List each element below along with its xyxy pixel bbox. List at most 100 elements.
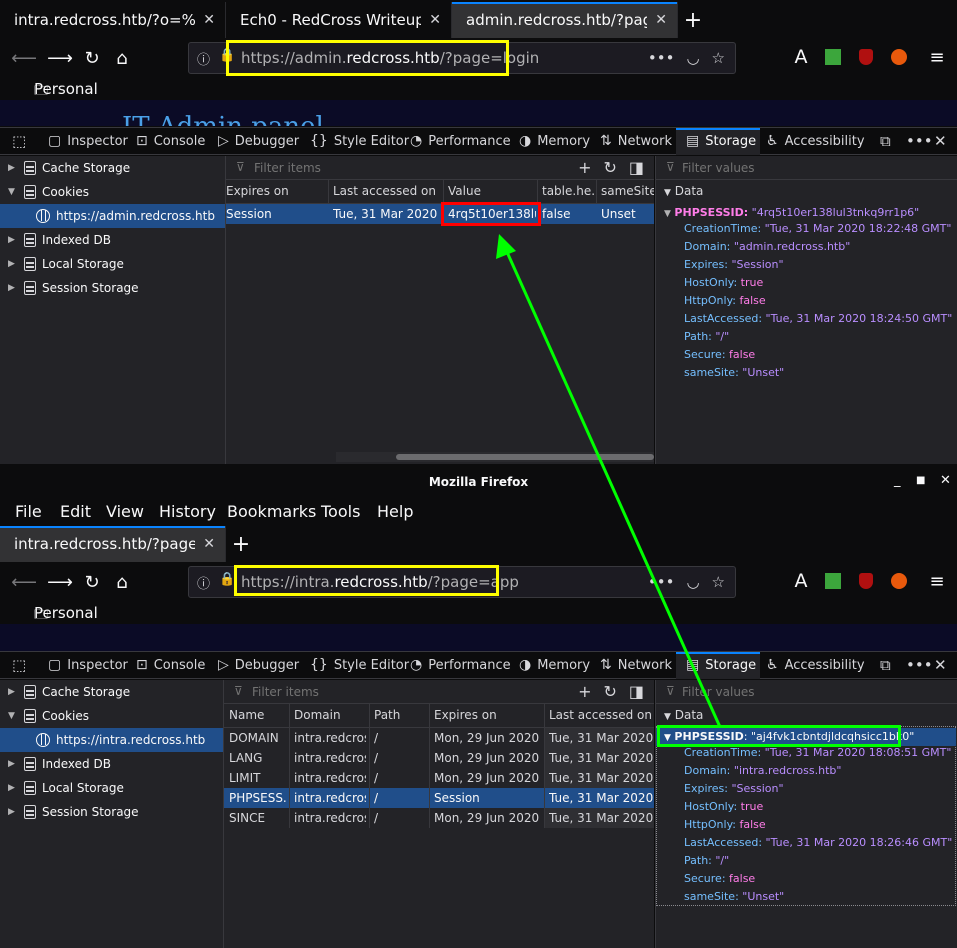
column-path[interactable]: Path: [374, 708, 429, 722]
cookie-field[interactable]: HttpOnly: false: [684, 294, 766, 307]
tab-debugger[interactable]: ▷ Debugger: [218, 133, 299, 149]
tab-console[interactable]: ⊡ Console: [136, 657, 205, 673]
refresh-icon[interactable]: ↻: [603, 158, 616, 177]
close-icon[interactable]: ✕: [203, 536, 215, 552]
menu-file[interactable]: File: [15, 502, 42, 521]
tab-intra-app[interactable]: intra.redcross.htb/?page=ap ✕: [0, 526, 226, 562]
tab-intra-open-redirect[interactable]: intra.redcross.htb/?o=%&pa ✕: [0, 2, 226, 38]
filter-items-input[interactable]: Filter items: [254, 161, 321, 175]
tab-debugger[interactable]: ▷ Debugger: [218, 657, 299, 673]
menu-help[interactable]: Help: [377, 502, 413, 521]
reload-icon[interactable]: ↻: [80, 570, 104, 594]
tree-local-storage[interactable]: ▶ Local Storage: [0, 252, 225, 276]
column-domain[interactable]: Domain: [294, 708, 369, 722]
close-window-icon[interactable]: ✕: [940, 473, 951, 488]
close-icon[interactable]: ✕: [655, 12, 667, 28]
tab-ech0-writeup[interactable]: Ech0 - RedCross Writeup ✕: [226, 2, 452, 38]
tab-style-editor[interactable]: {} Style Editor: [310, 657, 409, 673]
tab-storage[interactable]: ▤ Storage: [686, 657, 756, 673]
tab-admin-login[interactable]: admin.redcross.htb/?page=l ✕: [452, 2, 678, 38]
toggle-sidebar-icon[interactable]: ◨: [629, 682, 644, 701]
filter-items-input[interactable]: Filter items: [252, 685, 319, 699]
pocket-icon[interactable]: ◡: [686, 49, 699, 67]
tab-memory[interactable]: ◑ Memory: [519, 133, 590, 149]
tree-cookie-origin[interactable]: https://admin.redcross.htb: [0, 204, 225, 228]
table-row[interactable]: LANG intra.redcros... / Mon, 29 Jun 2020 1.…: [224, 748, 654, 768]
close-devtools-icon[interactable]: ✕: [934, 132, 947, 150]
bookmark-star-icon[interactable]: ☆: [712, 49, 725, 67]
more-actions-icon[interactable]: •••: [648, 573, 675, 591]
hamburger-menu-icon[interactable]: ≡: [926, 570, 948, 592]
tree-cookie-origin[interactable]: https://intra.redcross.htb: [0, 728, 223, 752]
cookie-field[interactable]: Secure: false: [684, 872, 755, 885]
cookie-field[interactable]: Domain: "admin.redcross.htb": [684, 240, 850, 253]
forward-icon[interactable]: ⟶: [47, 570, 73, 594]
forward-icon[interactable]: ⟶: [47, 46, 73, 70]
tab-network[interactable]: ⇅ Network: [600, 657, 672, 673]
tree-cookies[interactable]: ▼ Cookies: [0, 180, 225, 204]
element-picker-icon[interactable]: ⬚: [12, 656, 26, 674]
tab-accessibility[interactable]: ♿ Accessibility: [766, 657, 865, 673]
dock-icon[interactable]: ⧉: [880, 656, 891, 674]
cookie-root-node[interactable]: ▼ PHPSESSID: "4rq5t10er138lul3tnkq9rr1p6…: [664, 206, 919, 219]
ublock-icon[interactable]: [855, 46, 877, 68]
cookie-field[interactable]: Path: "/": [684, 330, 729, 343]
filter-values-input[interactable]: Filter values: [682, 161, 755, 175]
extension-green-icon[interactable]: [822, 570, 844, 592]
close-icon[interactable]: ✕: [203, 12, 215, 28]
tab-performance[interactable]: ◔ Performance: [410, 133, 511, 149]
menu-bookmarks[interactable]: Bookmarks: [227, 502, 316, 521]
filter-items-bar[interactable]: ⊽ Filter items + ↻ ◨: [226, 156, 654, 180]
filter-items-bar[interactable]: ⊽ Filter items + ↻ ◨: [224, 680, 654, 704]
bookmark-star-icon[interactable]: ☆: [712, 573, 725, 591]
table-row[interactable]: LIMIT intra.redcros... / Mon, 29 Jun 2020 1…: [224, 768, 654, 788]
menu-view[interactable]: View: [106, 502, 144, 521]
column-value[interactable]: Value: [448, 184, 538, 198]
cookie-field[interactable]: LastAccessed: "Tue, 31 Mar 2020 18:24:50…: [684, 312, 952, 325]
tab-inspector[interactable]: ▢ Inspector: [48, 133, 128, 149]
tree-indexed-db[interactable]: ▶ Indexed DB: [0, 228, 225, 252]
filter-values-bar[interactable]: ⊽ Filter values: [656, 156, 957, 180]
new-tab-button[interactable]: +: [226, 526, 256, 562]
home-icon[interactable]: ⌂: [110, 570, 134, 594]
filter-values-input[interactable]: Filter values: [682, 685, 755, 699]
info-icon[interactable]: ⓘ: [197, 573, 210, 592]
table-row[interactable]: DOMAIN intra.redcros... / Mon, 29 Jun 2020 …: [224, 728, 654, 748]
tab-storage[interactable]: ▤ Storage: [686, 133, 756, 149]
maximize-icon[interactable]: ■: [916, 475, 925, 486]
tab-inspector[interactable]: ▢ Inspector: [48, 657, 128, 673]
cookie-field[interactable]: CreationTime: "Tue, 31 Mar 2020 18:22:48…: [684, 222, 951, 235]
more-actions-icon[interactable]: •••: [648, 49, 675, 67]
menu-tools[interactable]: Tools: [321, 502, 360, 521]
tab-network[interactable]: ⇅ Network: [600, 133, 672, 149]
reader-font-icon[interactable]: A: [790, 570, 812, 592]
more-options-icon[interactable]: •••: [906, 132, 933, 150]
cookie-field[interactable]: HttpOnly: false: [684, 818, 766, 831]
tree-indexed-db[interactable]: ▶ Indexed DB: [0, 752, 223, 776]
ublock-icon[interactable]: [855, 570, 877, 592]
menu-history[interactable]: History: [159, 502, 216, 521]
column-samesite[interactable]: sameSite: [601, 184, 654, 198]
tree-local-storage[interactable]: ▶ Local Storage: [0, 776, 223, 800]
cookie-field[interactable]: HostOnly: true: [684, 800, 763, 813]
column-last-accessed[interactable]: Last accessed on: [549, 708, 654, 722]
add-item-icon[interactable]: +: [578, 682, 591, 701]
cookie-field[interactable]: LastAccessed: "Tue, 31 Mar 2020 18:26:46…: [684, 836, 952, 849]
cookie-field[interactable]: Path: "/": [684, 854, 729, 867]
new-tab-button[interactable]: +: [678, 2, 708, 38]
cookie-field[interactable]: CreationTime: "Tue, 31 Mar 2020 18:08:51…: [684, 746, 951, 759]
back-icon[interactable]: ⟵: [11, 46, 37, 70]
tree-cookies[interactable]: ▼ Cookies: [0, 704, 223, 728]
minimize-icon[interactable]: _: [894, 473, 901, 488]
cookie-field[interactable]: HostOnly: true: [684, 276, 763, 289]
cookie-field[interactable]: Expires: "Session": [684, 258, 784, 271]
extension-green-icon[interactable]: [822, 46, 844, 68]
menu-edit[interactable]: Edit: [60, 502, 91, 521]
element-picker-icon[interactable]: ⬚: [12, 132, 26, 150]
column-table-he[interactable]: table.he...: [542, 184, 596, 198]
tree-session-storage[interactable]: ▶ Session Storage: [0, 276, 225, 300]
hamburger-menu-icon[interactable]: ≡: [926, 46, 948, 68]
home-icon[interactable]: ⌂: [110, 46, 134, 70]
tree-session-storage[interactable]: ▶ Session Storage: [0, 800, 223, 824]
cookie-field[interactable]: Secure: false: [684, 348, 755, 361]
